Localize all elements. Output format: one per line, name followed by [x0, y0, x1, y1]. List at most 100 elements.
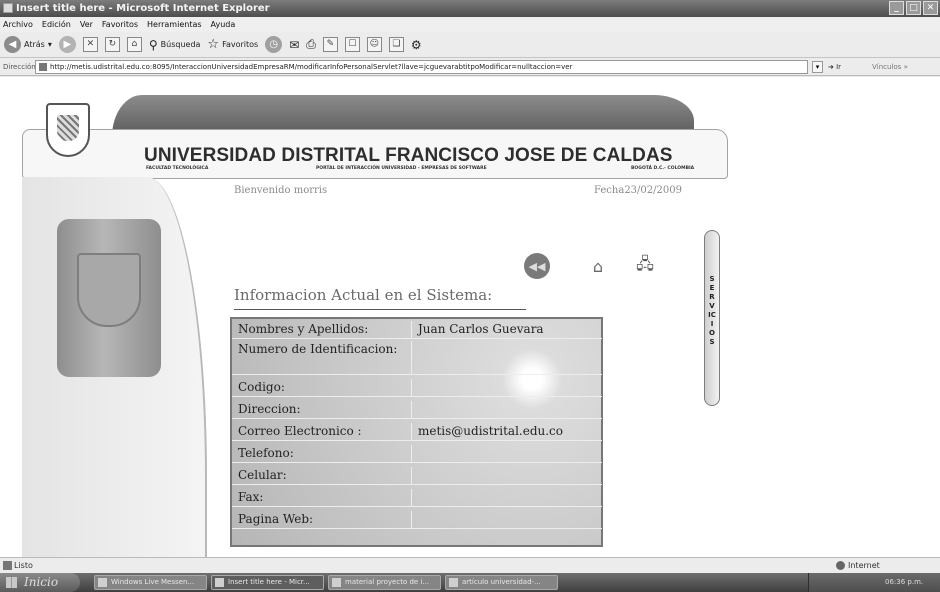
menu-favoritos[interactable]: Favoritos [102, 17, 138, 32]
favorites-button[interactable]: ☆ Favoritos [207, 37, 258, 52]
back-arrow-icon[interactable]: ◀◀ [524, 253, 550, 279]
tools-button[interactable]: ⚙ [411, 38, 422, 52]
search-button[interactable]: ⚲ Búsqueda [149, 38, 201, 52]
menu-herramientas[interactable]: Herramientas [147, 17, 202, 32]
status-bar: Listo Internet [0, 557, 940, 573]
back-label: Atrás [24, 40, 45, 49]
date-text: Fecha23/02/2009 [594, 185, 682, 196]
start-button[interactable]: Inicio [0, 573, 80, 592]
go-button[interactable]: ➜ Ir [828, 58, 841, 76]
star-icon: ☆ [207, 37, 220, 52]
address-dropdown-button[interactable]: ▾ [812, 61, 823, 73]
table-row: Codigo: [232, 379, 602, 397]
edit-icon: ✎ [322, 37, 338, 52]
title-underline [234, 309, 526, 310]
field-value [412, 489, 602, 507]
university-name: UNIVERSIDAD DISTRITAL FRANCISCO JOSE DE … [144, 145, 673, 166]
portal-label: PORTAL DE INTERACCIÓN UNIVERSIDAD - EMPR… [316, 166, 487, 171]
profile-table: Nombres y Apellidos: Juan Carlos Guevara… [230, 317, 603, 547]
discuss-button[interactable]: ☐ [344, 37, 360, 52]
toolbar: ◀ Atrás ▾ ▶ ✕ ↻ ⌂ ⚲ Búsqueda ☆ Favoritos… [0, 32, 940, 58]
page-status-icon [3, 561, 12, 570]
home-icon[interactable]: ⌂ [585, 253, 611, 279]
links-button[interactable]: Vínculos » [872, 58, 908, 76]
table-row: Fax: [232, 489, 602, 507]
field-label: Numero de Identificacion: [232, 341, 412, 375]
minimize-button[interactable]: _ [889, 1, 904, 15]
messenger-icon: ☺ [366, 37, 382, 52]
stop-icon: ✕ [82, 37, 98, 52]
menu-edicion[interactable]: Edición [42, 17, 71, 32]
favorites-label: Favoritos [222, 40, 259, 49]
taskbar-item[interactable]: artículo universidad-... [445, 575, 558, 590]
web-viewport: UNIVERSIDAD DISTRITAL FRANCISCO JOSE DE … [0, 77, 940, 557]
field-value: metis@udistrital.edu.co [412, 423, 602, 441]
address-url: http://metis.udistrital.edu.co:8095/Inte… [50, 63, 573, 71]
maximize-button[interactable]: □ [906, 1, 921, 15]
network-icon[interactable]: 🖧 [632, 253, 658, 279]
address-bar: Dirección http://metis.udistrital.edu.co… [0, 58, 940, 76]
field-label: Codigo: [232, 379, 412, 397]
address-input[interactable]: http://metis.udistrital.edu.co:8095/Inte… [35, 60, 808, 74]
welcome-text: Bienvenido morris [234, 185, 328, 196]
history-icon: ◷ [265, 36, 283, 53]
mail-button[interactable]: ✉ [289, 38, 299, 52]
window-titlebar: Insert title here - Microsoft Internet E… [0, 0, 940, 17]
research-button[interactable]: ❏ [388, 37, 404, 52]
go-label: Ir [836, 63, 842, 71]
faculty-label: FACULTAD TECNOLÓGICA [146, 166, 209, 171]
mail-icon: ✉ [289, 37, 300, 52]
refresh-button[interactable]: ↻ [104, 37, 120, 52]
clock: 06:36 p.m. [885, 578, 924, 586]
printer-icon: ⎙ [306, 37, 316, 51]
stop-button[interactable]: ✕ [82, 37, 98, 52]
forward-button[interactable]: ▶ [58, 36, 76, 53]
edit-button[interactable]: ✎ [322, 37, 338, 52]
back-arrow-icon: ◀ [4, 36, 21, 53]
table-row: Correo Electronico : metis@udistrital.ed… [232, 423, 602, 441]
page-icon [39, 63, 47, 71]
table-row: Pagina Web: [232, 511, 602, 529]
links-label: Vínculos [872, 63, 902, 71]
home-toolbar-icon: ⌂ [126, 37, 142, 52]
field-value [412, 445, 602, 463]
menu-ver[interactable]: Ver [80, 17, 93, 32]
menu-archivo[interactable]: Archivo [3, 17, 33, 32]
taskbar: Inicio Windows Live Messen... Insert tit… [0, 573, 940, 592]
side-crest-watermark [77, 253, 141, 327]
field-value [412, 401, 602, 419]
services-label: SERVICIOS [708, 275, 716, 346]
field-value [412, 467, 602, 485]
table-row: Nombres y Apellidos: Juan Carlos Guevara [232, 321, 602, 339]
search-label: Búsqueda [160, 40, 201, 49]
start-label: Inicio [24, 575, 59, 589]
field-value [412, 511, 602, 529]
research-icon: ❏ [388, 37, 404, 52]
window-title: Insert title here - Microsoft Internet E… [16, 3, 270, 14]
chevron-down-icon: ▾ [47, 40, 52, 49]
close-button[interactable]: ✕ [923, 1, 938, 15]
taskbar-item-active[interactable]: Insert title here - Micr... [211, 575, 324, 590]
zone-text: Internet [836, 558, 880, 573]
taskbar-item[interactable]: Windows Live Messen... [94, 575, 207, 590]
field-label: Correo Electronico : [232, 423, 412, 441]
services-tab[interactable]: SERVICIOS [704, 230, 720, 406]
address-label: Dirección [3, 63, 36, 71]
home-button[interactable]: ⌂ [126, 37, 142, 52]
history-button[interactable]: ◷ [265, 36, 283, 53]
field-label: Telefono: [232, 445, 412, 463]
table-row: Numero de Identificacion: [232, 341, 602, 375]
back-button[interactable]: ◀ Atrás ▾ [4, 36, 52, 53]
city-label: BOGOTÁ D.C.- COLOMBIA [631, 166, 695, 171]
table-row: Direccion: [232, 401, 602, 419]
menubar: Archivo Edición Ver Favoritos Herramient… [0, 17, 940, 32]
search-icon: ⚲ [148, 37, 158, 52]
field-value: Juan Carlos Guevara [412, 321, 602, 339]
discuss-icon: ☐ [344, 37, 360, 52]
ie-icon [3, 3, 13, 13]
messenger-button[interactable]: ☺ [366, 37, 382, 52]
menu-ayuda[interactable]: Ayuda [211, 17, 236, 32]
section-title: Informacion Actual en el Sistema: [234, 286, 493, 304]
taskbar-item[interactable]: material proyecto de i... [328, 575, 441, 590]
print-button[interactable]: ⎙ [306, 37, 316, 52]
